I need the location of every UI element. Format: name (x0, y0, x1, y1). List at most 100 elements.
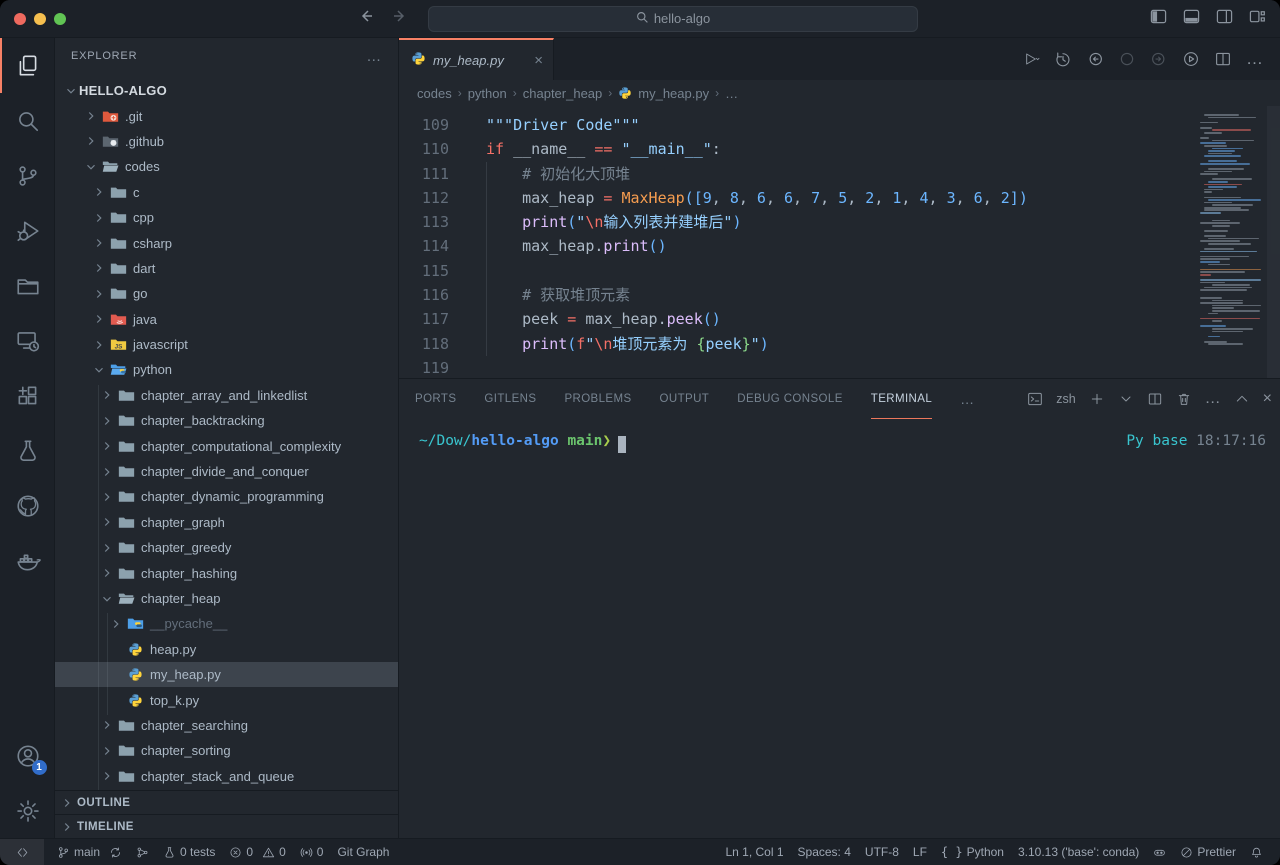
new-terminal-icon[interactable] (1089, 391, 1105, 407)
breadcrumb-item[interactable]: chapter_heap (523, 86, 603, 101)
status-ports[interactable]: 0 (293, 839, 331, 865)
breadcrumb-item[interactable]: python (468, 86, 507, 101)
panel-more-tabs-icon[interactable]: … (960, 391, 974, 407)
outline-section[interactable]: OUTLINE (55, 790, 398, 814)
tree-item-chapter-sorting[interactable]: chapter_sorting (55, 738, 398, 763)
activity-settings-icon[interactable] (0, 783, 55, 838)
activity-remote-explorer-icon[interactable] (0, 313, 55, 368)
tree-item-chapter-divide-and-conquer[interactable]: chapter_divide_and_conquer (55, 459, 398, 484)
toggle-panel-icon[interactable] (1183, 8, 1200, 30)
history-icon[interactable] (1054, 50, 1072, 68)
activity-run-debug-icon[interactable] (0, 203, 55, 258)
close-window-button[interactable] (14, 13, 26, 25)
status-notifications[interactable] (1243, 839, 1270, 865)
activity-github-icon[interactable] (0, 478, 55, 533)
minimap[interactable] (1200, 114, 1264, 346)
minimap-line (1200, 251, 1257, 253)
tree-item-c[interactable]: c (55, 180, 398, 205)
status-cursor-position[interactable]: Ln 1, Col 1 (718, 839, 790, 865)
run-icon[interactable] (1022, 50, 1040, 68)
status-indentation[interactable]: Spaces: 4 (791, 839, 858, 865)
tab-my-heap-py[interactable]: my_heap.py × (399, 38, 554, 80)
activity-testing-icon[interactable] (0, 423, 55, 478)
kill-terminal-icon[interactable] (1176, 391, 1192, 407)
code-editor[interactable]: 109"""Driver Code"""110if __name__ == "_… (399, 106, 1280, 378)
tree-item-chapter-backtracking[interactable]: chapter_backtracking (55, 408, 398, 433)
status-prettier[interactable]: Prettier (1173, 839, 1243, 865)
activity-source-control-icon[interactable] (0, 148, 55, 203)
status-gitlens-graph[interactable] (129, 839, 156, 865)
status-problems[interactable]: 00 (222, 839, 292, 865)
maximize-window-button[interactable] (54, 13, 66, 25)
tree-item-csharp[interactable]: csharp (55, 230, 398, 255)
command-center-search[interactable]: hello-algo (428, 6, 918, 32)
close-panel-icon[interactable]: × (1263, 390, 1272, 408)
editor-scrollbar[interactable] (1267, 106, 1280, 378)
panel-tab-terminal[interactable]: TERMINAL (871, 379, 932, 419)
status-remote[interactable] (0, 839, 44, 865)
tree-item-chapter-dynamic-programming[interactable]: chapter_dynamic_programming (55, 484, 398, 509)
tree-item-chapter-computational-complexity[interactable]: chapter_computational_complexity (55, 433, 398, 458)
breadcrumb-item[interactable]: codes (417, 86, 452, 101)
tree-item-chapter-graph[interactable]: chapter_graph (55, 510, 398, 535)
status-branch[interactable]: main (50, 839, 129, 865)
activity-docker-icon[interactable] (0, 533, 55, 588)
status-copilot[interactable] (1146, 839, 1173, 865)
tree-item-python[interactable]: python (55, 357, 398, 382)
status-language-mode[interactable]: { }Python (934, 839, 1011, 865)
minimize-window-button[interactable] (34, 13, 46, 25)
split-terminal-icon[interactable] (1147, 391, 1163, 407)
customize-layout-icon[interactable] (1249, 8, 1266, 30)
nav-back-icon[interactable] (1086, 50, 1104, 68)
panel-tab-problems[interactable]: PROBLEMS (564, 379, 631, 419)
status-eol[interactable]: LF (906, 839, 934, 865)
terminal-dropdown-icon[interactable] (1118, 391, 1134, 407)
nav-forward-icon[interactable] (1150, 50, 1168, 68)
status-python-interpreter[interactable]: 3.10.13 ('base': conda) (1011, 839, 1146, 865)
more-icon[interactable]: … (1246, 49, 1264, 69)
activity-search-icon[interactable] (0, 93, 55, 148)
panel-tab-debug-console[interactable]: DEBUG CONSOLE (737, 379, 843, 419)
timeline-section[interactable]: TIMELINE (55, 814, 398, 838)
tree-item-chapter-array-and-linkedlist[interactable]: chapter_array_and_linkedlist (55, 383, 398, 408)
tree-item-go[interactable]: go (55, 281, 398, 306)
run-graph-icon[interactable] (1182, 50, 1200, 68)
tree-item-java[interactable]: java (55, 307, 398, 332)
panel-tab-output[interactable]: OUTPUT (660, 379, 710, 419)
status-tests[interactable]: 0 tests (156, 839, 222, 865)
status-encoding[interactable]: UTF-8 (858, 839, 906, 865)
explorer-more-actions-icon[interactable]: … (366, 48, 382, 65)
panel-more-actions-icon[interactable]: … (1205, 390, 1221, 408)
close-tab-icon[interactable]: × (534, 52, 543, 69)
tree-item-chapter-heap[interactable]: chapter_heap (55, 586, 398, 611)
tree-item-chapter-stack-and-queue[interactable]: chapter_stack_and_queue (55, 764, 398, 789)
tree-item--git[interactable]: .git (55, 103, 398, 128)
activity-extensions-icon[interactable] (0, 368, 55, 423)
status-git-graph[interactable]: Git Graph (330, 839, 396, 865)
tree-item-hello-algo[interactable]: HELLO-ALGO (55, 78, 398, 103)
breadcrumb-item[interactable]: … (725, 86, 738, 101)
split-icon[interactable] (1214, 50, 1232, 68)
breadcrumb-item[interactable]: my_heap.py (638, 86, 709, 101)
activity-explorer-icon[interactable] (0, 38, 55, 93)
tree-item--github[interactable]: .github (55, 129, 398, 154)
tree-item-chapter-greedy[interactable]: chapter_greedy (55, 535, 398, 560)
toggle-primary-sidebar-icon[interactable] (1150, 8, 1167, 30)
tree-item-codes[interactable]: codes (55, 154, 398, 179)
nav-dot-icon[interactable] (1118, 50, 1136, 68)
tree-item-javascript[interactable]: JSjavascript (55, 332, 398, 357)
terminal[interactable]: ~/Dow/hello-algo main ❯ Py base 18:17:16 (399, 419, 1280, 838)
panel-tab-gitlens[interactable]: GITLENS (484, 379, 536, 419)
history-back-icon[interactable] (358, 8, 374, 29)
activity-project-folder-icon[interactable] (0, 258, 55, 313)
history-forward-icon[interactable] (392, 8, 408, 29)
panel-tab-ports[interactable]: PORTS (415, 379, 456, 419)
toggle-secondary-sidebar-icon[interactable] (1216, 8, 1233, 30)
tree-item-cpp[interactable]: cpp (55, 205, 398, 230)
terminal-shell-icon[interactable] (1027, 391, 1043, 407)
tree-item-chapter-searching[interactable]: chapter_searching (55, 713, 398, 738)
maximize-panel-icon[interactable] (1234, 391, 1250, 407)
tree-item-chapter-hashing[interactable]: chapter_hashing (55, 560, 398, 585)
tree-item-dart[interactable]: dart (55, 256, 398, 281)
activity-accounts-icon[interactable]: 1 (0, 728, 55, 783)
